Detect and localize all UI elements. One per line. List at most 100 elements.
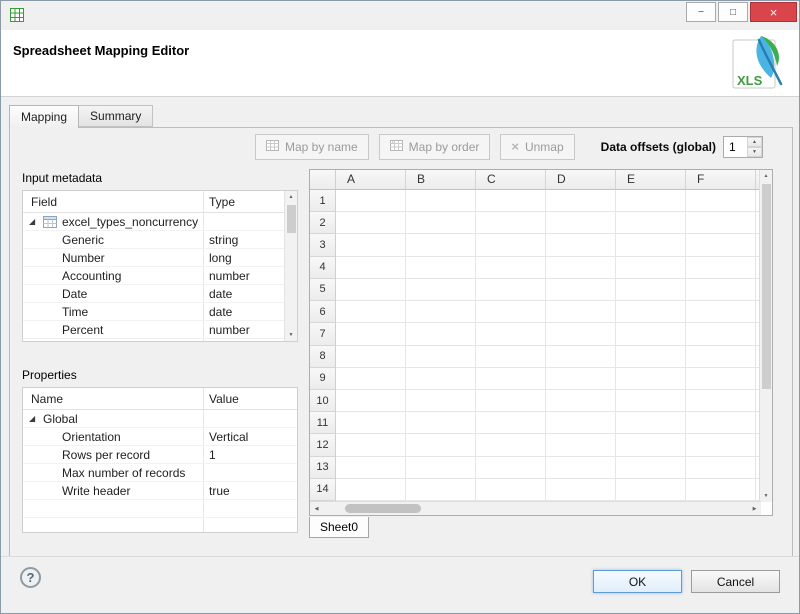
unmap-button[interactable]: × Unmap: [500, 134, 574, 160]
property-row-empty[interactable]: [23, 500, 297, 518]
grid-cell[interactable]: [476, 257, 546, 279]
grid-cell[interactable]: [686, 434, 756, 456]
grid-cell[interactable]: [686, 301, 756, 323]
tree-expander-icon[interactable]: ◢: [29, 218, 37, 226]
grid-cell[interactable]: [476, 412, 546, 434]
grid-cell[interactable]: [336, 368, 406, 390]
grid-hscroll-track[interactable]: [323, 502, 748, 515]
metadata-row[interactable]: Generic string: [23, 231, 297, 249]
grid-cell[interactable]: [476, 434, 546, 456]
grid-cell[interactable]: [616, 279, 686, 301]
grid-row-header[interactable]: 10: [310, 390, 336, 412]
grid-cell[interactable]: [406, 390, 476, 412]
grid-cell[interactable]: [686, 368, 756, 390]
grid-column-header[interactable]: D: [546, 170, 616, 190]
metadata-row[interactable]: Number long: [23, 249, 297, 267]
metadata-row[interactable]: Percent number: [23, 321, 297, 339]
grid-cell[interactable]: [616, 457, 686, 479]
cancel-button[interactable]: Cancel: [691, 570, 780, 593]
grid-row-header[interactable]: 5: [310, 279, 336, 301]
grid-cell[interactable]: [546, 279, 616, 301]
grid-cell[interactable]: [686, 479, 756, 501]
spinner-up-icon[interactable]: ▲: [747, 137, 762, 147]
sheet-tab[interactable]: Sheet0: [309, 517, 369, 538]
grid-cell[interactable]: [476, 212, 546, 234]
grid-cell[interactable]: [406, 434, 476, 456]
grid-row-header[interactable]: 4: [310, 257, 336, 279]
grid-cell[interactable]: [476, 190, 546, 212]
grid-cell[interactable]: [336, 301, 406, 323]
grid-cell[interactable]: [546, 301, 616, 323]
grid-cell[interactable]: [616, 479, 686, 501]
grid-cell[interactable]: [686, 279, 756, 301]
grid-cell[interactable]: [686, 234, 756, 256]
grid-row-header[interactable]: 3: [310, 234, 336, 256]
metadata-scrollbar-thumb[interactable]: [287, 205, 296, 233]
property-row[interactable]: Max number of records: [23, 464, 297, 482]
grid-cell[interactable]: [336, 279, 406, 301]
grid-cell[interactable]: [546, 323, 616, 345]
grid-cell[interactable]: [406, 190, 476, 212]
grid-cell[interactable]: [476, 368, 546, 390]
grid-cell[interactable]: [406, 279, 476, 301]
maximize-button[interactable]: □: [718, 2, 748, 22]
grid-cell[interactable]: [616, 190, 686, 212]
grid-column-header[interactable]: E: [616, 170, 686, 190]
grid-row-header[interactable]: 2: [310, 212, 336, 234]
column-header-type[interactable]: Type: [203, 191, 297, 212]
grid-cell[interactable]: [546, 457, 616, 479]
metadata-scrollbar[interactable]: ▲ ▼: [284, 191, 297, 341]
metadata-row[interactable]: Time date: [23, 303, 297, 321]
grid-cell[interactable]: [406, 323, 476, 345]
help-button[interactable]: ?: [20, 567, 41, 588]
minimize-button[interactable]: −: [686, 2, 716, 22]
grid-cell[interactable]: [336, 412, 406, 434]
grid-horizontal-scrollbar[interactable]: ◀ ▶: [310, 501, 761, 515]
grid-cell[interactable]: [476, 346, 546, 368]
grid-row-header[interactable]: 1: [310, 190, 336, 212]
grid-cell[interactable]: [616, 346, 686, 368]
close-button[interactable]: ×: [750, 2, 797, 22]
grid-cell[interactable]: [686, 257, 756, 279]
grid-cell[interactable]: [686, 457, 756, 479]
grid-vertical-scrollbar[interactable]: ▲ ▼: [759, 170, 772, 502]
grid-cell[interactable]: [336, 434, 406, 456]
column-header-value[interactable]: Value: [203, 388, 297, 409]
grid-cell[interactable]: [406, 346, 476, 368]
column-header-field[interactable]: Field: [23, 191, 203, 212]
grid-cell[interactable]: [686, 212, 756, 234]
grid-cell[interactable]: [476, 301, 546, 323]
spinner-down-icon[interactable]: ▼: [747, 147, 762, 157]
grid-cell[interactable]: [336, 234, 406, 256]
grid-cell[interactable]: [476, 323, 546, 345]
scroll-right-icon[interactable]: ▶: [748, 502, 761, 515]
grid-cell[interactable]: [616, 434, 686, 456]
grid-cell[interactable]: [546, 190, 616, 212]
grid-cell[interactable]: [336, 346, 406, 368]
grid-corner-cell[interactable]: [310, 170, 336, 190]
grid-cell[interactable]: [336, 212, 406, 234]
tab-summary[interactable]: Summary: [79, 105, 153, 127]
grid-cell[interactable]: [406, 368, 476, 390]
grid-cell[interactable]: [616, 368, 686, 390]
property-row[interactable]: Rows per record 1: [23, 446, 297, 464]
grid-cell[interactable]: [476, 279, 546, 301]
grid-cell[interactable]: [406, 257, 476, 279]
metadata-row[interactable]: Accounting number: [23, 267, 297, 285]
grid-cell[interactable]: [546, 234, 616, 256]
grid-row-header[interactable]: 9: [310, 368, 336, 390]
grid-cell[interactable]: [336, 257, 406, 279]
column-header-name[interactable]: Name: [23, 388, 203, 409]
tree-expander-icon[interactable]: ◢: [29, 415, 37, 423]
grid-cell[interactable]: [546, 368, 616, 390]
grid-cell[interactable]: [476, 457, 546, 479]
grid-row-header[interactable]: 6: [310, 301, 336, 323]
grid-cell[interactable]: [546, 212, 616, 234]
grid-row-header[interactable]: 13: [310, 457, 336, 479]
grid-cell[interactable]: [616, 412, 686, 434]
grid-cell[interactable]: [406, 301, 476, 323]
properties-root-row[interactable]: ◢ Global: [23, 410, 297, 428]
grid-cell[interactable]: [616, 234, 686, 256]
map-by-order-button[interactable]: Map by order: [379, 134, 491, 160]
grid-cell[interactable]: [686, 323, 756, 345]
